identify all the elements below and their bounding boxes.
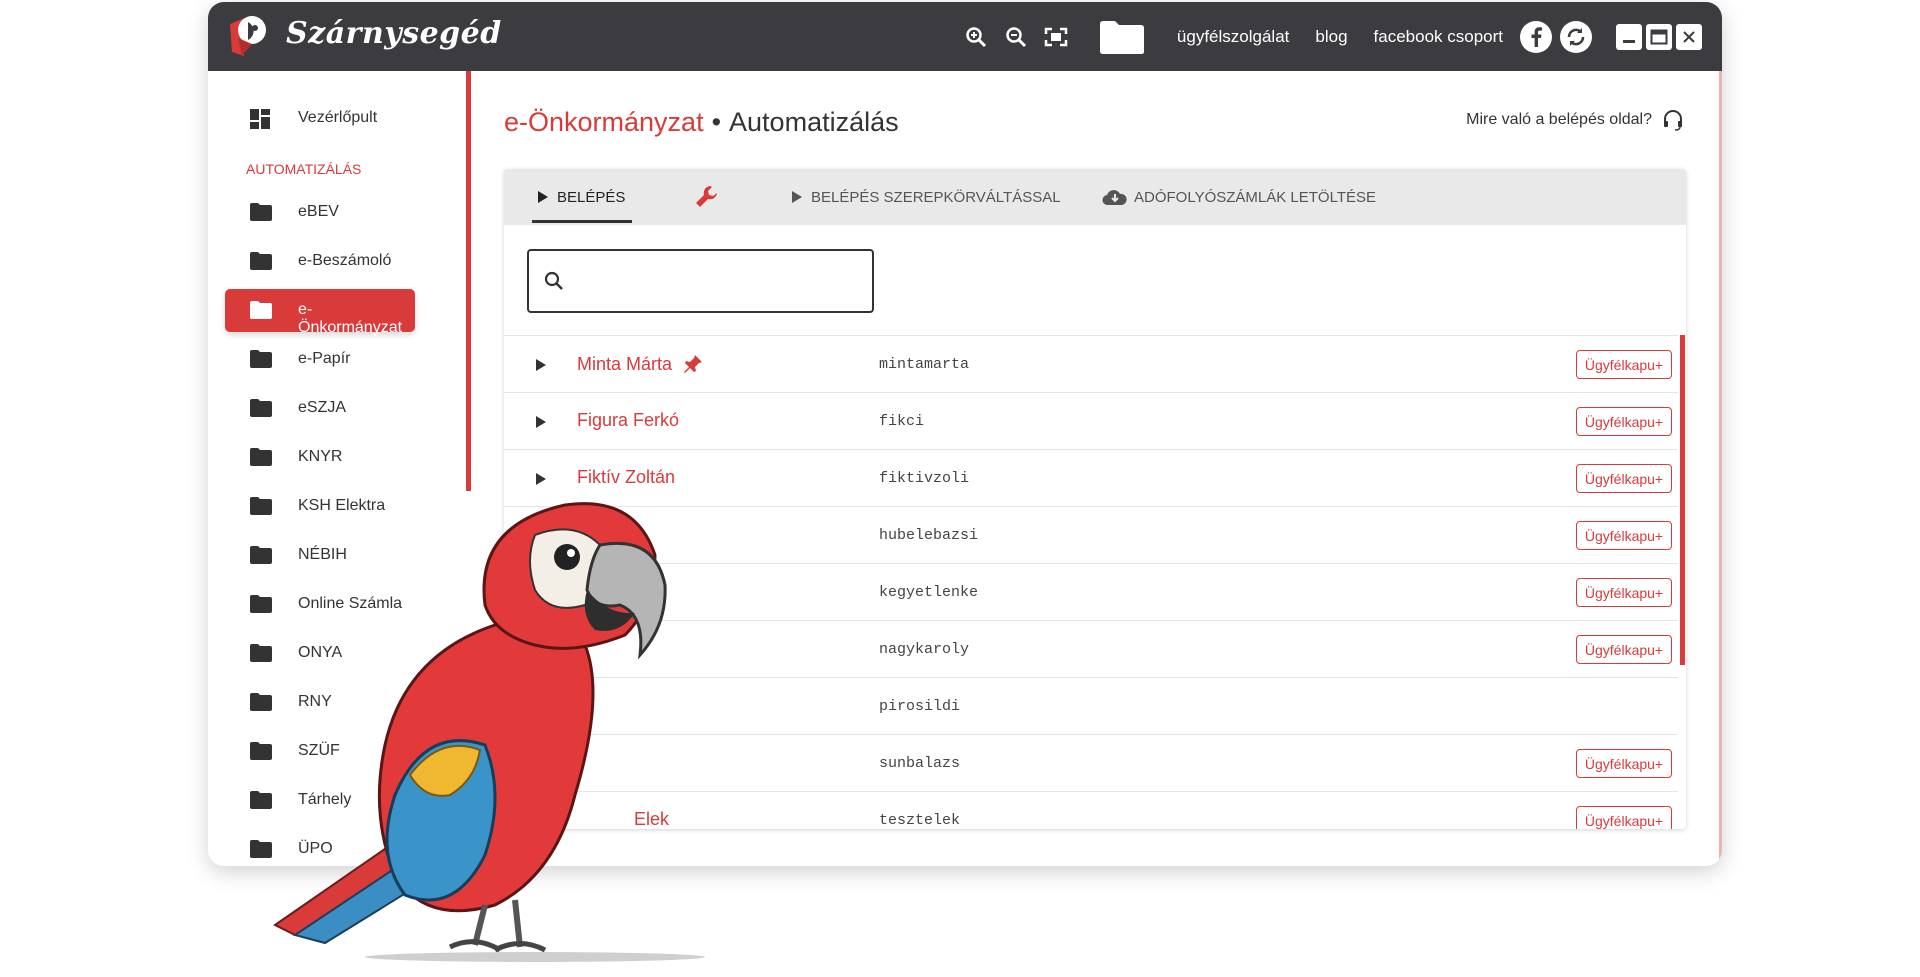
pin-icon[interactable] <box>682 353 704 375</box>
tab-label: Belépés <box>557 188 626 206</box>
maximize-icon[interactable] <box>1646 23 1672 50</box>
support-link[interactable]: ügyfélszolgálat <box>1177 27 1289 47</box>
zoom-out-icon[interactable] <box>999 20 1033 54</box>
ugyfelkapu-badge[interactable]: Ügyfélkapu+ <box>1576 521 1672 550</box>
account-row[interactable]: Figura Ferkó fikci Ügyfélkapu+ <box>504 392 1678 450</box>
ugyfelkapu-badge[interactable]: Ügyfélkapu+ <box>1576 350 1672 379</box>
ugyfelkapu-badge[interactable]: Ügyfélkapu+ <box>1576 806 1672 829</box>
dashboard-icon <box>250 109 270 129</box>
title-bar: Szárnysegéd ügyfélszolgálat blog faceboo… <box>208 2 1722 71</box>
sidebar-item-label: eBEV <box>298 203 339 220</box>
account-username: fiktivzoli <box>879 470 970 487</box>
tab-bar: Belépés Belépés szerepkörváltással Adófo… <box>504 169 1686 225</box>
tab-settings[interactable] <box>694 169 720 225</box>
title-separator: • <box>711 107 722 137</box>
sidebar-item-e-beszamolo[interactable]: e-Beszámoló <box>225 240 415 283</box>
account-row[interactable]: Minta Márta mintamarta Ügyfélkapu+ <box>504 335 1678 393</box>
tab-belepes-szerepkorvaltassal[interactable]: Belépés szerepkörváltással <box>791 169 1061 225</box>
page-title-primary: e-Önkormányzat <box>504 107 704 137</box>
headset-icon <box>1664 110 1682 131</box>
account-username: sunbalazs <box>879 755 961 772</box>
blog-link[interactable]: blog <box>1315 27 1347 47</box>
sidebar-item-ebev[interactable]: eBEV <box>225 191 415 234</box>
expand-icon[interactable] <box>535 415 547 429</box>
sidebar-item-e-papir[interactable]: e-Papír <box>225 338 415 381</box>
parrot-logo-icon <box>230 16 266 56</box>
account-username: fikci <box>879 413 925 430</box>
sidebar-item-dashboard[interactable]: Vezérlőpult <box>225 97 415 140</box>
search-input[interactable] <box>581 265 855 297</box>
sidebar-item-label: e-Önkormányzat <box>298 301 403 336</box>
play-icon <box>538 191 548 203</box>
folder-icon <box>250 399 272 417</box>
tab-belepes[interactable]: Belépés <box>537 169 625 225</box>
account-name: Fiktív Zoltán <box>577 467 676 487</box>
folder-icon <box>250 301 272 319</box>
account-name: Figura Ferkó <box>577 410 680 430</box>
active-tab-indicator <box>532 220 632 223</box>
refresh-icon[interactable] <box>1560 20 1592 53</box>
minimize-icon[interactable] <box>1616 23 1642 50</box>
cloud-download-icon <box>1102 190 1127 206</box>
account-username: pirosildi <box>879 698 961 715</box>
help-link[interactable]: Mire való a belépés oldal? <box>1466 109 1684 131</box>
help-text: Mire való a belépés oldal? <box>1466 111 1652 128</box>
sidebar-item-e-onkormanyzat[interactable]: e-Önkormányzat <box>225 289 415 336</box>
folder-icon[interactable] <box>1098 18 1146 56</box>
brand-name: Szárnysegéd <box>286 16 502 51</box>
folder-icon <box>250 252 272 270</box>
wrench-icon <box>696 186 717 207</box>
sidebar-item-label: eSZJA <box>298 399 347 416</box>
search-icon <box>544 271 563 290</box>
zoom-in-icon[interactable] <box>959 20 993 54</box>
sidebar-item-eszja[interactable]: eSZJA <box>225 387 415 430</box>
page-title-secondary: Automatizálás <box>729 107 899 137</box>
facebook-icon[interactable] <box>1520 20 1552 53</box>
page-title: e-Önkormányzat • Automatizálás <box>504 107 899 138</box>
folder-icon <box>250 203 272 221</box>
account-username: kegyetlenke <box>879 584 979 601</box>
sidebar-item-label: Vezérlőpult <box>298 109 378 126</box>
folder-icon <box>250 350 272 368</box>
account-username: hubelebazsi <box>879 527 979 544</box>
expand-icon[interactable] <box>535 472 547 486</box>
facebook-group-link[interactable]: facebook csoport <box>1374 27 1503 47</box>
tab-label: Adófolyószámlák letöltése <box>1134 188 1377 206</box>
ugyfelkapu-badge[interactable]: Ügyfélkapu+ <box>1576 407 1672 436</box>
folder-icon <box>250 448 272 466</box>
list-scrollbar[interactable] <box>1680 335 1685 665</box>
sidebar-section-title: AUTOMATIZÁLÁS <box>246 161 362 177</box>
sidebar-item-knyr[interactable]: KNYR <box>225 436 415 479</box>
close-icon[interactable] <box>1676 23 1702 50</box>
fit-screen-icon[interactable] <box>1039 20 1073 54</box>
parrot-mascot-illustration <box>273 502 705 962</box>
account-name: Minta Márta <box>577 353 673 374</box>
account-username: nagykaroly <box>879 641 970 658</box>
play-icon <box>792 191 802 203</box>
tab-adofolyoszamlak[interactable]: Adófolyószámlák letöltése <box>1102 169 1376 225</box>
sidebar-item-label: e-Papír <box>298 350 351 367</box>
ugyfelkapu-badge[interactable]: Ügyfélkapu+ <box>1576 464 1672 493</box>
ugyfelkapu-badge[interactable]: Ügyfélkapu+ <box>1576 749 1672 778</box>
ugyfelkapu-badge[interactable]: Ügyfélkapu+ <box>1576 635 1672 664</box>
sidebar-item-label: e-Beszámoló <box>298 252 392 269</box>
account-name-wrap: Minta Márta <box>577 353 704 375</box>
ugyfelkapu-badge[interactable]: Ügyfélkapu+ <box>1576 578 1672 607</box>
window-edge <box>1719 71 1722 866</box>
sidebar-item-label: KNYR <box>298 448 343 465</box>
expand-icon[interactable] <box>535 358 547 372</box>
tab-label: Belépés szerepkörváltással <box>811 188 1061 206</box>
account-username: tesztelek <box>879 812 961 829</box>
account-username: mintamarta <box>879 356 970 373</box>
search-box[interactable] <box>527 249 874 313</box>
